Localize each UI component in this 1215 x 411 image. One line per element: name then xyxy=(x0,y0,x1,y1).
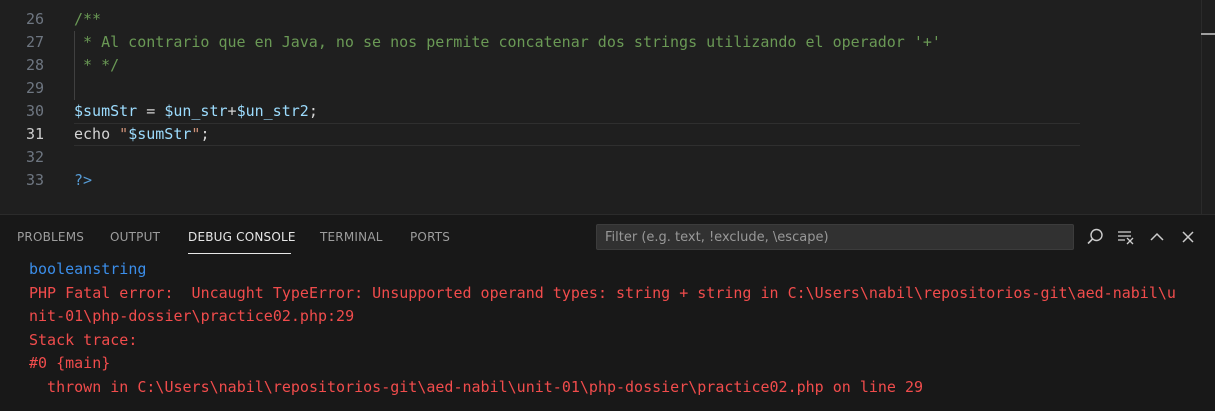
close-panel-icon[interactable] xyxy=(1178,227,1198,247)
tab-ports[interactable]: PORTS xyxy=(410,230,450,244)
code-text[interactable]: echo "$sumStr"; xyxy=(74,123,209,146)
line-number: 27 xyxy=(25,33,44,51)
code-token: = xyxy=(137,102,165,120)
code-line[interactable]: 27 * Al contrario que en Java, no se nos… xyxy=(0,31,1215,54)
code-token: " xyxy=(119,125,129,143)
code-text[interactable]: $sumStr = $un_str+$un_str2; xyxy=(74,100,318,123)
code-token: ; xyxy=(308,102,318,120)
code-token: * Al contrario que en Java, no se nos pe… xyxy=(74,33,941,51)
console-line: booleanstring xyxy=(29,260,147,278)
tab-problems[interactable]: PROBLEMS xyxy=(17,230,84,244)
code-editor[interactable]: 26 /** 27 * Al contrario que en Java, no s… xyxy=(0,0,1215,214)
code-line[interactable]: 29 xyxy=(0,77,1215,100)
tab-terminal[interactable]: TERMINAL xyxy=(320,230,383,244)
tab-debug-console[interactable]: DEBUG CONSOLE xyxy=(188,230,296,244)
code-text[interactable]: * Al contrario que en Java, no se nos pe… xyxy=(74,31,941,54)
code-text[interactable]: * */ xyxy=(74,54,119,77)
code-token: $un_str2 xyxy=(236,102,309,120)
bottom-panel: PROBLEMS OUTPUT DEBUG CONSOLE TERMINAL P… xyxy=(0,214,1215,411)
maximize-panel-icon[interactable] xyxy=(1147,227,1167,247)
debug-console-output[interactable]: booleanstring PHP Fatal error: Uncaught T… xyxy=(29,258,1209,399)
code-text[interactable]: ?> xyxy=(74,169,92,192)
console-line: nit-01\php-dossier\practice02.php:29 xyxy=(29,307,355,325)
code-token: /** xyxy=(74,10,102,28)
code-token: $sumStr xyxy=(128,125,192,143)
code-token: ; xyxy=(200,125,210,143)
tab-output[interactable]: OUTPUT xyxy=(110,230,160,244)
code-line[interactable]: 26 /** xyxy=(0,8,1215,31)
active-tab-indicator xyxy=(188,253,291,254)
line-number: 32 xyxy=(25,148,44,166)
line-number: 29 xyxy=(25,79,44,97)
code-text[interactable]: /** xyxy=(74,8,101,31)
line-number: 26 xyxy=(25,10,44,28)
code-token: * */ xyxy=(74,56,120,74)
code-token: $sumStr xyxy=(74,102,138,120)
code-token: + xyxy=(227,102,237,120)
panel-tab-bar: PROBLEMS OUTPUT DEBUG CONSOLE TERMINAL P… xyxy=(0,215,1215,261)
console-line: PHP Fatal error: Uncaught TypeError: Uns… xyxy=(29,283,1176,302)
search-icon[interactable] xyxy=(1085,227,1105,247)
console-line: #0 {main} xyxy=(29,354,111,372)
code-line[interactable]: 30 $sumStr = $un_str+$un_str2; xyxy=(0,100,1215,123)
code-token: $un_str xyxy=(164,102,228,120)
code-line[interactable]: 32 xyxy=(0,146,1215,169)
filter-input[interactable] xyxy=(596,224,1074,250)
code-line[interactable]: 28 * */ xyxy=(0,54,1215,77)
code-line[interactable]: 31 echo "$sumStr"; xyxy=(0,123,1215,146)
line-number: 31 xyxy=(25,125,44,143)
clear-console-icon[interactable] xyxy=(1116,227,1136,247)
line-number: 30 xyxy=(25,102,44,120)
console-line: thrown in C:\Users\nabil\repositorios-gi… xyxy=(29,377,924,396)
code-token: ?> xyxy=(74,171,93,189)
line-number: 28 xyxy=(25,56,44,74)
code-token: echo xyxy=(74,125,120,143)
line-number: 33 xyxy=(25,171,44,189)
console-line: Stack trace: xyxy=(29,330,138,349)
code-line[interactable]: 33 ?> xyxy=(0,169,1215,192)
